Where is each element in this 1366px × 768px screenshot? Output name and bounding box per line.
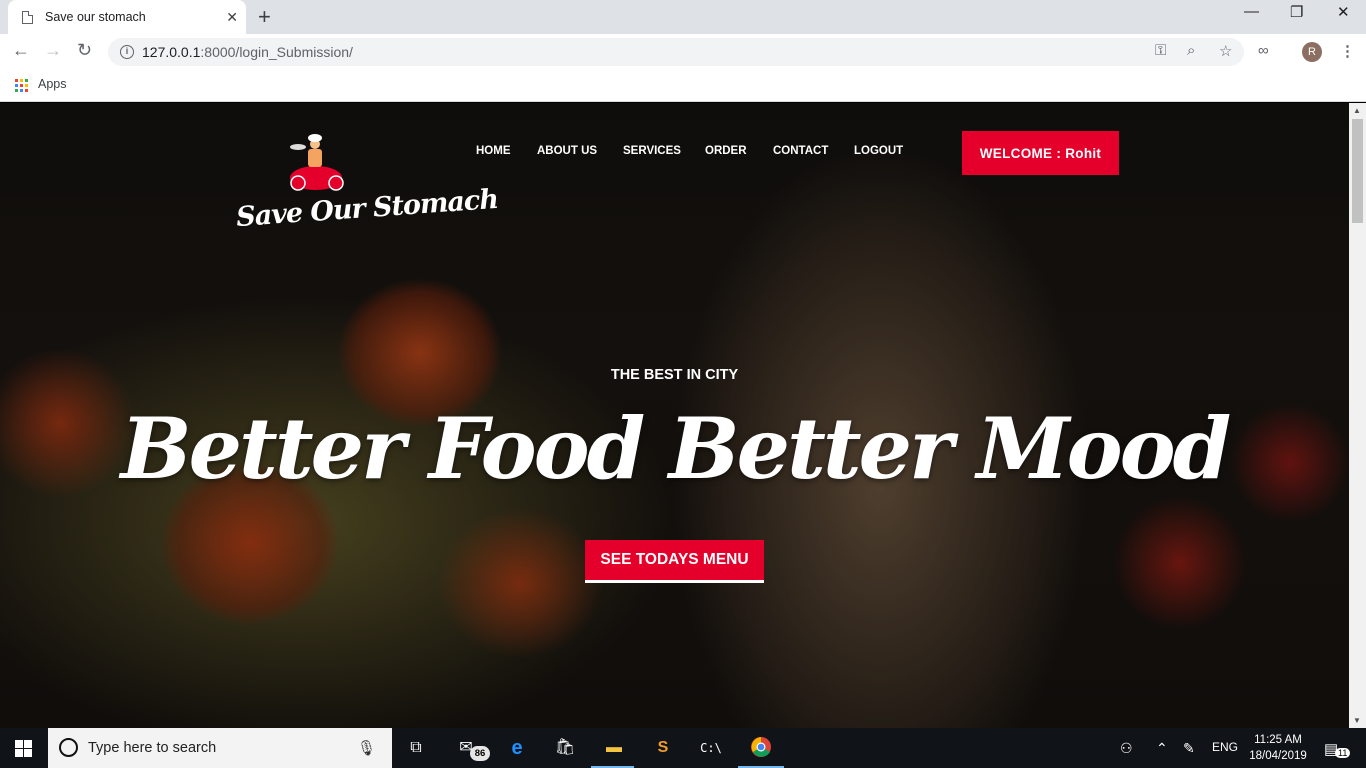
notification-count: 11 xyxy=(1335,748,1351,758)
apps-grid-icon[interactable] xyxy=(15,79,28,92)
nav-services[interactable]: SERVICES xyxy=(623,145,681,157)
sublime-text-icon[interactable]: S xyxy=(649,736,677,760)
minimize-button[interactable]: — xyxy=(1244,3,1259,20)
site-logo[interactable]: Save Our Stomach xyxy=(235,133,499,238)
extension-infinity-icon[interactable]: ∞ xyxy=(1258,42,1269,59)
people-icon[interactable]: ⚇ xyxy=(1120,740,1133,757)
store-icon[interactable]: 🛍 xyxy=(551,736,579,760)
chevron-up-icon[interactable]: ⌃ xyxy=(1156,740,1168,757)
bookmark-star-icon[interactable]: ☆ xyxy=(1219,42,1232,60)
hero-section: Save Our Stomach HOME ABOUT US SERVICES … xyxy=(0,103,1349,728)
info-icon[interactable]: i xyxy=(120,45,134,59)
apps-bookmark[interactable]: Apps xyxy=(38,77,67,91)
page-scrollbar[interactable]: ▲ ▼ xyxy=(1349,103,1366,728)
tab-title: Save our stomach xyxy=(45,10,146,24)
clock-time: 11:25 AM xyxy=(1254,734,1302,746)
chef-scooter-icon xyxy=(290,134,344,191)
welcome-user-button[interactable]: WELCOME : Rohit xyxy=(962,131,1119,175)
search-placeholder: Type here to search xyxy=(88,740,217,756)
system-clock[interactable]: 11:25 AM 18/04/2019 xyxy=(1249,732,1307,764)
nav-logout[interactable]: LOGOUT xyxy=(854,145,903,157)
see-todays-menu-button[interactable]: SEE TODAYS MENU xyxy=(585,540,764,583)
maximize-button[interactable]: ❐ xyxy=(1290,3,1303,21)
browser-tab[interactable]: Save our stomach ✕ xyxy=(8,0,246,34)
command-prompt-icon[interactable]: C:\ xyxy=(697,736,725,760)
menu-kebab-icon[interactable]: ⋮ xyxy=(1340,42,1355,60)
taskbar-search-box[interactable]: Type here to search 🎙 xyxy=(48,728,392,768)
url-host: 127.0.0.1 xyxy=(142,44,201,60)
pen-icon[interactable]: ✎ xyxy=(1183,740,1195,757)
forward-arrow-icon[interactable]: → xyxy=(44,40,62,61)
url-path: :8000/login_Submission/ xyxy=(200,44,353,60)
nav-home[interactable]: HOME xyxy=(476,145,511,157)
windows-taskbar: Type here to search 🎙 ⧉ ✉ 86 e 🛍 ▬ S C:\… xyxy=(0,728,1366,768)
reload-icon[interactable]: ↻ xyxy=(77,40,92,61)
browser-tab-strip: Save our stomach ✕ + — ❐ ✕ xyxy=(0,0,1366,34)
back-arrow-icon[interactable]: ← xyxy=(12,40,30,61)
new-tab-button[interactable]: + xyxy=(258,4,271,30)
file-explorer-icon[interactable]: ▬ xyxy=(600,736,628,760)
profile-avatar[interactable]: R xyxy=(1302,42,1322,62)
microphone-icon[interactable]: 🎙 xyxy=(357,739,376,757)
browser-toolbar: ← → ↻ i 127.0.0.1:8000/login_Submission/… xyxy=(0,34,1366,70)
cortana-icon xyxy=(59,738,78,757)
task-view-icon[interactable]: ⧉ xyxy=(402,736,430,760)
hero-headline: Better Food Better Mood xyxy=(120,399,1232,498)
window-close-button[interactable]: ✕ xyxy=(1337,3,1350,21)
edge-icon[interactable]: e xyxy=(503,736,531,760)
key-icon[interactable]: ⚿ xyxy=(1155,42,1166,59)
scrollbar-thumb[interactable] xyxy=(1352,119,1363,223)
scroll-up-arrow-icon[interactable]: ▲ xyxy=(1353,106,1361,115)
document-icon xyxy=(22,10,33,24)
bookmarks-bar: Apps xyxy=(0,70,1366,102)
nav-contact[interactable]: CONTACT xyxy=(773,145,828,157)
mail-badge: 86 xyxy=(470,746,490,761)
scroll-down-arrow-icon[interactable]: ▼ xyxy=(1353,716,1361,725)
nav-about-us[interactable]: ABOUT US xyxy=(537,145,597,157)
nav-order[interactable]: ORDER xyxy=(705,145,747,157)
tab-close-icon[interactable]: ✕ xyxy=(226,9,238,26)
zoom-icon[interactable]: ⌕ xyxy=(1187,42,1195,59)
address-bar[interactable]: i 127.0.0.1:8000/login_Submission/ xyxy=(108,38,1244,66)
chrome-icon[interactable] xyxy=(747,736,775,760)
clock-date: 18/04/2019 xyxy=(1249,750,1307,762)
hero-kicker: THE BEST IN CITY xyxy=(610,367,739,383)
windows-start-icon[interactable] xyxy=(15,740,32,757)
language-indicator[interactable]: ENG xyxy=(1212,740,1238,754)
